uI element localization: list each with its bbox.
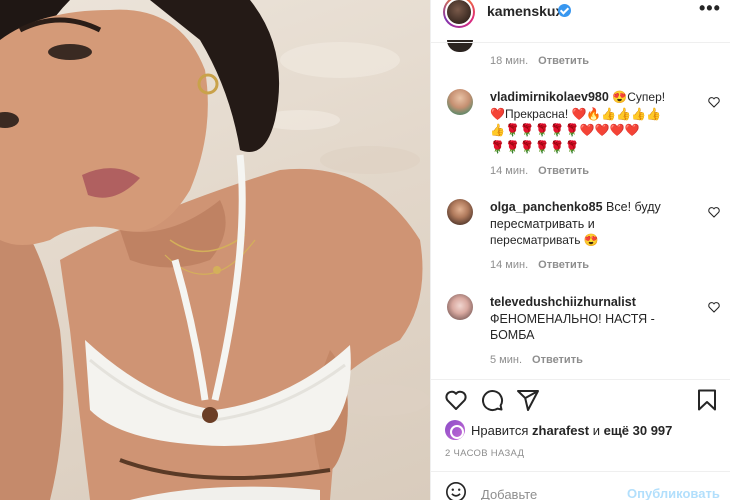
liker-username[interactable]: zharafest — [532, 423, 589, 438]
comment-username[interactable]: televedushchiizhurnalist — [490, 295, 636, 309]
comment-body: ФЕНОМЕНАЛЬНО! НАСТЯ - — [490, 311, 655, 326]
share-icon[interactable] — [516, 388, 540, 412]
comment-username[interactable]: olga_panchenko85 — [490, 200, 603, 214]
emoji-icon[interactable] — [445, 481, 467, 500]
add-comment-bar: Опубликовать — [431, 471, 730, 500]
comment-meta: 14 мин. Ответить — [490, 259, 589, 271]
comment-body: БОМБА — [490, 328, 535, 342]
comment-meta: 18 мин. Ответить — [490, 55, 589, 67]
comments-list[interactable]: 18 мин. Ответить vladimirnikolaev980 😍Суп… — [431, 0, 730, 380]
post-comment-button[interactable]: Опубликовать — [627, 486, 720, 500]
like-comment-icon[interactable] — [707, 300, 721, 314]
like-comment-icon[interactable] — [707, 95, 721, 109]
reply-button[interactable]: Ответить — [538, 259, 589, 271]
comment-body: 👍🌹🌹🌹🌹🌹❤️❤️❤️❤️ — [490, 123, 640, 137]
photo-illustration — [0, 0, 430, 500]
comment-body: 🌹🌹🌹🌹🌹🌹 — [490, 139, 580, 154]
likes-prefix: Нравится — [471, 423, 529, 438]
post-date[interactable]: 2 ЧАСОВ НАЗАД — [445, 448, 524, 459]
comment-body: пересматривать 😍 — [490, 233, 599, 247]
comment-body: 😍Супер! — [612, 90, 666, 104]
like-icon[interactable] — [444, 388, 468, 412]
likes-and: и — [592, 423, 600, 438]
header-divider — [431, 42, 730, 43]
comment-body: ❤️Прекрасна! ❤️🔥👍👍👍👍 — [490, 106, 662, 121]
section-divider — [431, 379, 730, 380]
save-icon[interactable] — [695, 388, 719, 412]
reply-button[interactable]: Ответить — [538, 55, 589, 67]
comment-text: vladimirnikolaev980 😍Супер! ❤️Прекрасна!… — [490, 89, 700, 155]
more-icon[interactable]: ••• — [699, 0, 721, 19]
comment-meta: 5 мин. Ответить — [490, 354, 583, 366]
comment-text: televedushchiizhurnalist ФЕНОМЕНАЛЬНО! Н… — [490, 294, 700, 344]
comment-time: 14 мин. — [490, 165, 529, 177]
verified-icon — [558, 4, 571, 17]
comment-input[interactable] — [481, 486, 631, 500]
reply-button[interactable]: Ответить — [532, 354, 583, 366]
likes-text: Нравится zharafest и ещё 30 997 — [471, 423, 672, 438]
avatar[interactable] — [447, 199, 473, 225]
reply-button[interactable]: Ответить — [538, 165, 589, 177]
post-photo[interactable] — [0, 0, 430, 500]
comment-time: 14 мин. — [490, 259, 529, 271]
post-header: kamenskux ••• — [431, 0, 730, 40]
comment-body: Все! буду — [606, 200, 661, 214]
comment-icon[interactable] — [480, 388, 504, 412]
likes-count[interactable]: ещё 30 997 — [604, 423, 673, 438]
action-bar — [431, 386, 730, 416]
like-comment-icon[interactable] — [707, 205, 721, 219]
author-avatar[interactable] — [443, 0, 475, 28]
avatar[interactable] — [447, 89, 473, 115]
comment-body: пересматривать и — [490, 216, 595, 231]
author-username[interactable]: kamenskux — [487, 3, 563, 19]
comment-time: 5 мин. — [490, 354, 523, 366]
comment-username[interactable]: vladimirnikolaev980 — [490, 90, 609, 104]
comment-text: olga_panchenko85 Все! буду пересматриват… — [490, 199, 700, 249]
liker-avatar[interactable] — [445, 420, 465, 440]
post-side-panel: 18 мин. Ответить vladimirnikolaev980 😍Суп… — [430, 0, 730, 500]
avatar[interactable] — [447, 294, 473, 320]
comment-time: 18 мин. — [490, 55, 529, 67]
comment-meta: 14 мин. Ответить — [490, 165, 589, 177]
